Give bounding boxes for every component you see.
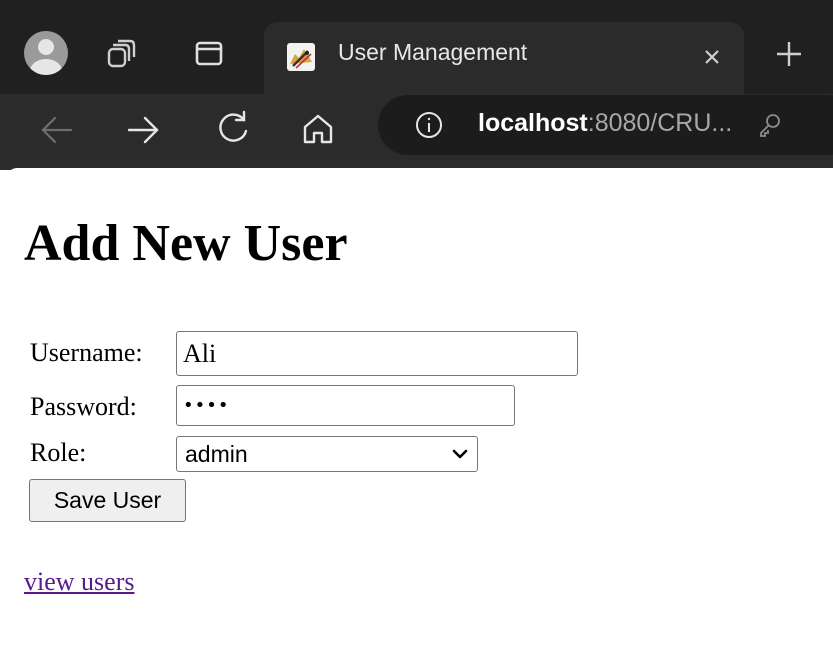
back-arrow-icon[interactable] bbox=[37, 110, 77, 150]
url-host: localhost bbox=[478, 109, 588, 137]
address-bar[interactable]: localhost:8080/CRU... bbox=[378, 95, 833, 155]
tab-user-management[interactable]: User Management bbox=[264, 22, 744, 94]
role-select[interactable]: admin bbox=[176, 436, 478, 472]
tab-strip: User Management bbox=[0, 0, 833, 94]
role-selected-value: admin bbox=[185, 440, 248, 467]
username-label: Username: bbox=[30, 338, 143, 367]
plus-icon[interactable] bbox=[772, 37, 806, 71]
view-users-link[interactable]: view users bbox=[24, 567, 134, 597]
home-icon[interactable] bbox=[298, 109, 338, 149]
page-viewport: Add New User Username: Password: Role: a… bbox=[7, 168, 833, 653]
tab-title: User Management bbox=[338, 39, 528, 65]
info-icon[interactable] bbox=[414, 110, 444, 140]
password-label: Password: bbox=[30, 392, 137, 421]
tomcat-icon bbox=[286, 42, 316, 72]
password-input[interactable] bbox=[176, 385, 515, 426]
browser-window: User Management localhost:8080/CRU... Ad… bbox=[0, 0, 833, 653]
url-path: :8080/CRU... bbox=[587, 109, 733, 137]
tab-actions-icon[interactable] bbox=[193, 37, 225, 69]
save-user-button[interactable]: Save User bbox=[29, 479, 186, 522]
workspaces-icon[interactable] bbox=[104, 35, 140, 71]
username-input[interactable] bbox=[176, 331, 578, 376]
url-text[interactable]: localhost:8080/CRU... bbox=[478, 109, 732, 138]
avatar-head bbox=[38, 39, 54, 55]
key-icon[interactable] bbox=[756, 111, 784, 139]
refresh-icon[interactable] bbox=[212, 108, 254, 150]
forward-arrow-icon[interactable] bbox=[123, 110, 163, 150]
browser-chrome: User Management localhost:8080/CRU... bbox=[0, 0, 833, 170]
page-title: Add New User bbox=[24, 215, 348, 272]
avatar-icon[interactable] bbox=[24, 31, 68, 75]
close-icon[interactable] bbox=[700, 45, 724, 69]
avatar-body bbox=[30, 59, 62, 75]
role-label: Role: bbox=[30, 438, 87, 467]
chevron-down-icon bbox=[452, 449, 468, 459]
